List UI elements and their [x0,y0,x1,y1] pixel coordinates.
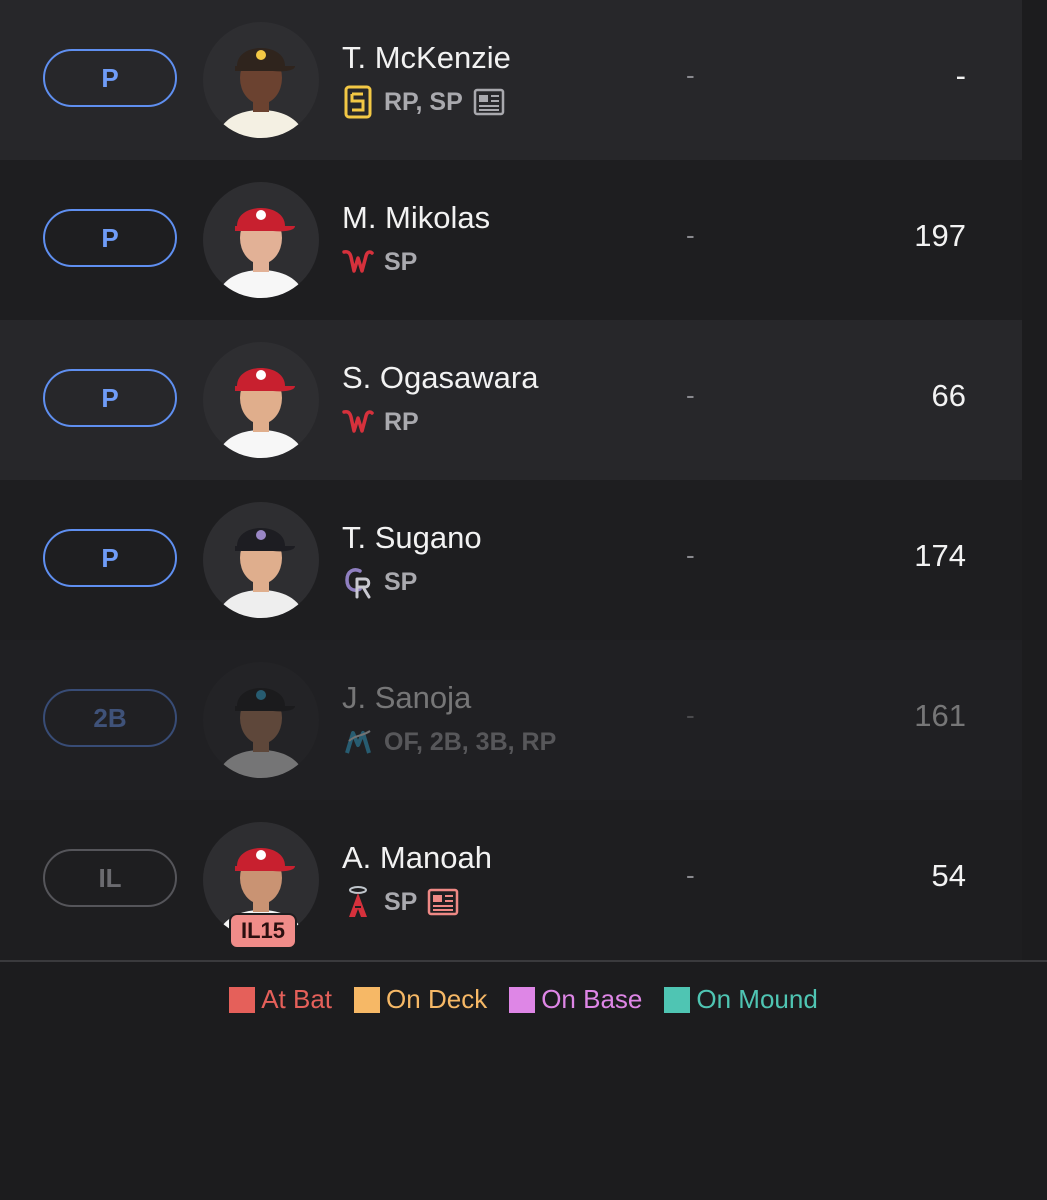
legend-swatch [354,986,381,1013]
padres-logo-icon [342,85,374,119]
player-name[interactable]: T. Sugano [342,520,482,556]
player-name[interactable]: S. Ogasawara [342,360,538,396]
player-meta: RP [342,404,419,440]
middle-stat: - [686,220,695,250]
legend-label: On Mound [696,984,818,1014]
player-name[interactable]: T. McKenzie [342,40,511,76]
player-meta: OF, 2B, 3B, RP [342,724,556,760]
player-name[interactable]: M. Mikolas [342,200,490,236]
roster-list: P T. McKenzie RP, SP - - P M. Mikolas SP… [0,0,1047,1200]
player-headshot[interactable] [203,662,319,778]
player-value: 161 [914,698,966,733]
lineup-slot-button[interactable]: P [43,209,177,267]
lineup-slot-button[interactable]: P [43,369,177,427]
player-row[interactable]: P T. McKenzie RP, SP - - [0,0,1022,160]
player-headshot-image [217,48,305,138]
status-legend: At Bat On Deck On Base On Mound [0,984,1047,1015]
player-positions: OF, 2B, 3B, RP [384,727,557,756]
divider [0,960,1047,962]
news-alert-icon[interactable] [427,888,459,916]
player-value: 66 [931,378,966,413]
middle-stat: - [686,60,695,90]
legend-item: On Mound [664,984,818,1015]
player-value: - [955,58,966,93]
nationals-logo-icon [342,405,374,439]
player-row[interactable]: P M. Mikolas SP - 197 [0,160,1022,320]
player-headshot[interactable] [203,22,319,138]
injury-status-badge: IL15 [229,913,297,949]
player-row[interactable]: P T. Sugano SP - 174 [0,480,1022,640]
player-meta: SP [342,564,417,600]
player-row[interactable]: 2B J. Sanoja OF, 2B, 3B, RP - 161 [0,640,1022,800]
legend-swatch [229,986,256,1013]
player-row[interactable]: P S. Ogasawara RP - 66 [0,320,1022,480]
legend-swatch [509,986,536,1013]
middle-stat: - [686,540,695,570]
player-headshot[interactable] [203,342,319,458]
lineup-slot-button[interactable]: P [43,49,177,107]
player-value: 197 [914,218,966,253]
middle-stat: - [686,700,695,730]
news-icon[interactable] [473,88,505,116]
player-headshot-image [217,208,305,298]
legend-swatch [664,986,691,1013]
legend-item: At Bat [229,984,332,1015]
lineup-slot-button[interactable]: P [43,529,177,587]
player-headshot-image [217,528,305,618]
player-headshot[interactable] [203,182,319,298]
player-headshot[interactable] [203,502,319,618]
legend-item: On Base [509,984,642,1015]
player-value: 174 [914,538,966,573]
player-positions: RP [384,407,419,436]
player-name[interactable]: A. Manoah [342,840,492,876]
player-row[interactable]: IL A. Manoah SP - 54 [0,800,1022,960]
lineup-slot-button[interactable]: IL [43,849,177,907]
marlins-logo-icon [342,725,374,759]
player-name[interactable]: J. Sanoja [342,680,471,716]
player-positions: SP [384,247,418,276]
nationals-logo-icon [342,245,374,279]
player-meta: RP, SP [342,84,505,120]
legend-label: At Bat [261,984,333,1014]
middle-stat: - [686,860,695,890]
player-value: 54 [931,858,966,893]
player-headshot-image [217,688,305,778]
lineup-slot-button[interactable]: 2B [43,689,177,747]
player-positions: SP [384,567,418,596]
legend-label: On Base [541,984,643,1014]
player-positions: SP [384,887,418,916]
player-meta: SP [342,884,459,920]
rockies-logo-icon [342,565,374,599]
legend-item: On Deck [354,984,487,1015]
angels-logo-icon [342,885,374,919]
legend-label: On Deck [386,984,488,1014]
player-meta: SP [342,244,417,280]
middle-stat: - [686,380,695,410]
player-headshot-image [217,368,305,458]
player-positions: RP, SP [384,87,463,116]
